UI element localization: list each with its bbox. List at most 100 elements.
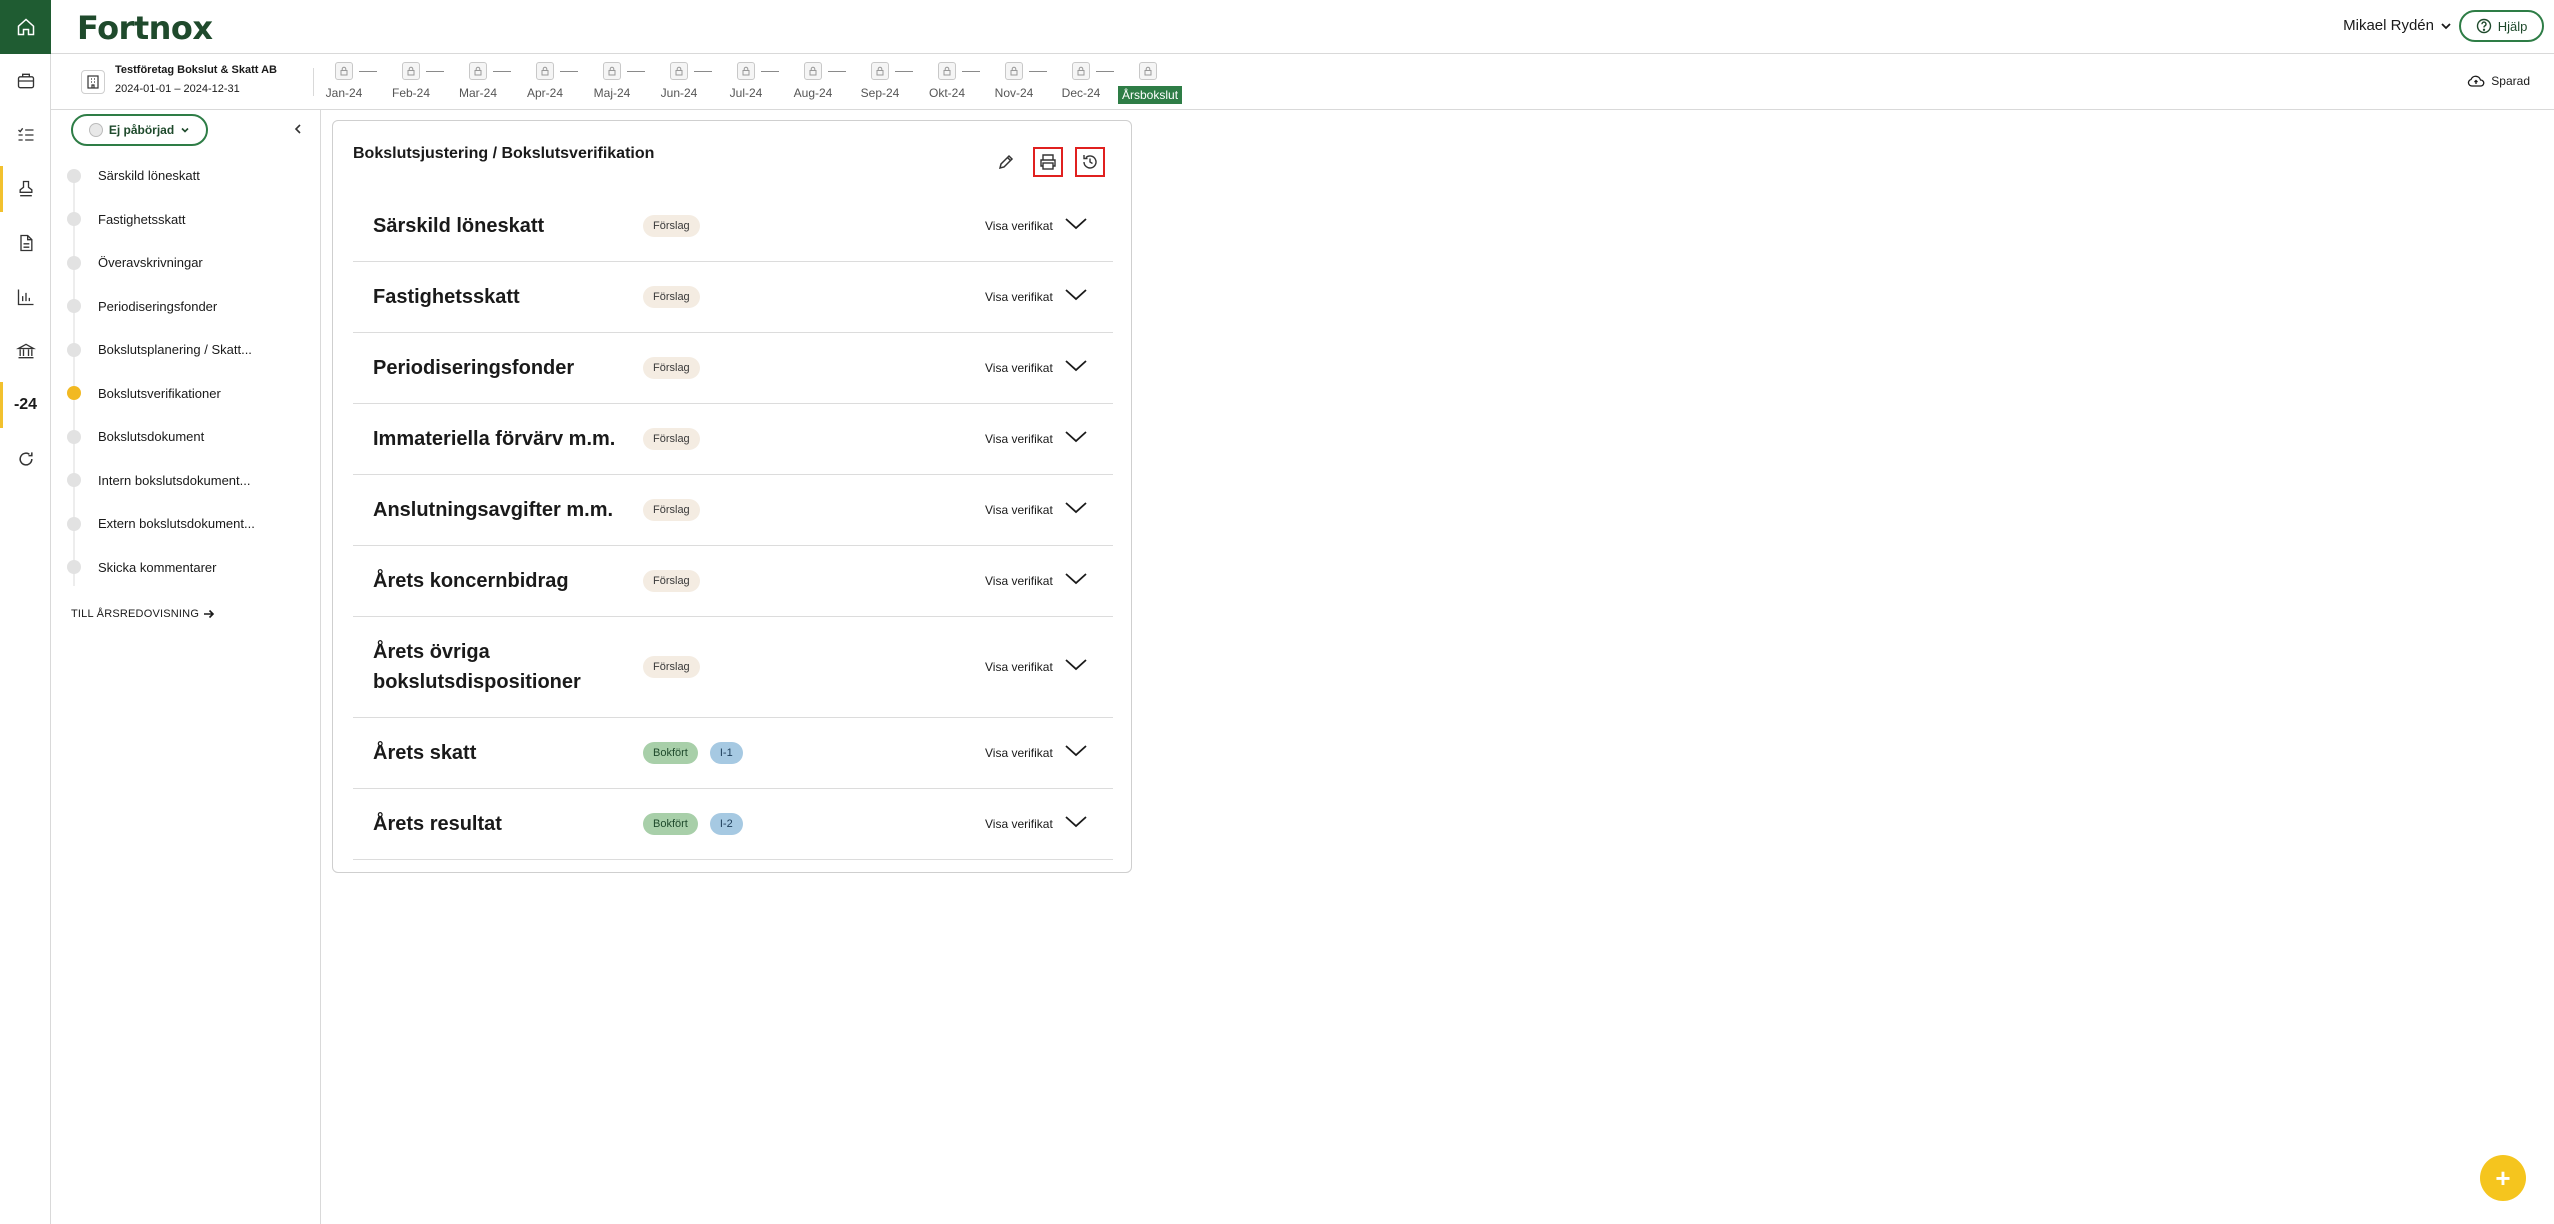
show-verification-link[interactable]: Visa verifikat xyxy=(985,574,1053,588)
row-badges: Bokfört I-1 xyxy=(643,742,743,764)
chevron-down-icon[interactable] xyxy=(1065,501,1087,519)
chevron-down-icon[interactable] xyxy=(1065,658,1087,676)
timeline-month[interactable]: Sep-24 xyxy=(850,62,910,100)
show-verification-link[interactable]: Visa verifikat xyxy=(985,361,1053,375)
help-button[interactable]: Hjälp xyxy=(2459,10,2544,42)
status-badge: Förslag xyxy=(643,286,700,308)
verification-row: Fastighetsskatt Förslag Visa verifikat xyxy=(353,262,1113,333)
nav-step-item[interactable]: Fastighetsskatt xyxy=(51,198,321,242)
history-button[interactable] xyxy=(1075,147,1105,177)
year-indicator[interactable]: -24 xyxy=(0,378,51,432)
refresh-icon[interactable] xyxy=(0,432,51,486)
lock-icon xyxy=(871,62,889,80)
chevron-down-icon[interactable] xyxy=(1065,815,1087,833)
user-menu[interactable]: Mikael Rydén xyxy=(2343,17,2452,34)
timeline-month[interactable]: Dec-24 xyxy=(1051,62,1111,100)
bank-icon[interactable] xyxy=(0,324,51,378)
timeline-month[interactable]: Jun-24 xyxy=(649,62,709,100)
collapse-sidebar-button[interactable] xyxy=(292,122,304,140)
nav-step-item[interactable]: Överavskrivningar xyxy=(51,241,321,285)
save-status-label: Sparad xyxy=(2491,74,2530,88)
briefcase-icon[interactable] xyxy=(0,54,51,108)
timeline-connector xyxy=(761,71,779,72)
row-title: Årets skatt xyxy=(373,742,477,764)
status-badge: Förslag xyxy=(643,215,700,237)
print-button[interactable] xyxy=(1033,147,1063,177)
show-verification-link[interactable]: Visa verifikat xyxy=(985,503,1053,517)
lock-icon xyxy=(1005,62,1023,80)
fortnox-logo[interactable]: Fortnox xyxy=(77,9,213,47)
nav-step-label: Extern bokslutsdokument... xyxy=(98,516,255,532)
chevron-down-icon[interactable] xyxy=(1065,359,1087,377)
lock-icon xyxy=(402,62,420,80)
chevron-down-icon[interactable] xyxy=(1065,217,1087,235)
chevron-down-icon[interactable] xyxy=(1065,288,1087,306)
timeline-month[interactable]: Jul-24 xyxy=(716,62,776,100)
verification-number-badge[interactable]: I-2 xyxy=(709,813,743,835)
timeline-month[interactable]: Årsbokslut xyxy=(1118,62,1183,104)
to-annual-report-link[interactable]: TILL ÅRSREDOVISNING xyxy=(71,608,215,620)
timeline-month[interactable]: Okt-24 xyxy=(917,62,977,100)
arrow-right-icon xyxy=(204,609,215,619)
timeline-month[interactable]: Aug-24 xyxy=(783,62,843,100)
timeline-month[interactable]: Mar-24 xyxy=(448,62,508,100)
verification-number-badge[interactable]: I-1 xyxy=(709,742,743,764)
show-verification-link[interactable]: Visa verifikat xyxy=(985,432,1053,446)
nav-step-item[interactable]: Bokslutsdokument xyxy=(51,415,321,459)
document-icon[interactable] xyxy=(0,216,51,270)
step-status-dot-icon xyxy=(67,212,81,227)
show-verification-link[interactable]: Visa verifikat xyxy=(985,219,1053,233)
nav-step-item[interactable]: Särskild löneskatt xyxy=(51,154,321,198)
row-title: Fastighetsskatt xyxy=(373,286,520,308)
nav-step-label: Fastighetsskatt xyxy=(98,211,186,227)
chevron-down-icon[interactable] xyxy=(1065,744,1087,762)
lock-icon xyxy=(804,62,822,80)
timeline-month-label: Dec-24 xyxy=(1061,86,1101,100)
company-name[interactable]: Testföretag Bokslut & Skatt AB xyxy=(115,64,277,76)
nav-step-item[interactable]: Periodiseringsfonder xyxy=(51,285,321,329)
chart-icon[interactable] xyxy=(0,270,51,324)
lock-icon xyxy=(335,62,353,80)
show-verification-link[interactable]: Visa verifikat xyxy=(985,817,1053,831)
timeline-month[interactable]: Apr-24 xyxy=(515,62,575,100)
show-verification-link[interactable]: Visa verifikat xyxy=(985,746,1053,760)
home-icon[interactable] xyxy=(0,0,51,54)
row-badges: Förslag xyxy=(643,357,700,379)
row-title: Immateriella förvärv m.m. xyxy=(373,428,616,450)
nav-step-item[interactable]: Intern bokslutsdokument... xyxy=(51,459,321,503)
nav-step-label: Överavskrivningar xyxy=(98,255,203,271)
closing-verification-card: Bokslutsjustering / Bokslutsverifikation… xyxy=(332,120,1132,873)
edit-button[interactable] xyxy=(991,147,1021,177)
verification-row: Årets koncernbidrag Förslag Visa verifikat xyxy=(353,546,1113,617)
timeline-connector xyxy=(426,71,444,72)
verification-row: Anslutningsavgifter m.m. Förslag Visa veri… xyxy=(353,475,1113,546)
chevron-down-icon xyxy=(181,127,189,133)
history-icon xyxy=(1083,155,1097,169)
nav-step-item[interactable]: Bokslutsverifikationer xyxy=(51,372,321,416)
checklist-icon[interactable] xyxy=(0,108,51,162)
status-dropdown[interactable]: Ej påbörjad xyxy=(71,114,208,146)
timeline-month[interactable]: Jan-24 xyxy=(314,62,374,100)
row-title: Periodiseringsfonder xyxy=(373,357,575,379)
row-badges: Förslag xyxy=(643,286,700,308)
timeline-month[interactable]: Nov-24 xyxy=(984,62,1044,100)
nav-step-item[interactable]: Extern bokslutsdokument... xyxy=(51,502,321,546)
nav-step-item[interactable]: Bokslutsplanering / Skatt... xyxy=(51,328,321,372)
timeline-month[interactable]: Maj-24 xyxy=(582,62,642,100)
row-badges: Förslag xyxy=(643,215,700,237)
nav-step-label: Skicka kommentarer xyxy=(98,559,217,575)
add-fab-button[interactable]: + xyxy=(2480,1155,2526,1201)
chevron-down-icon[interactable] xyxy=(1065,572,1087,590)
stamp-icon[interactable] xyxy=(0,162,51,216)
status-dot-icon xyxy=(88,123,103,137)
timeline-connector xyxy=(694,71,712,72)
chevron-down-icon[interactable] xyxy=(1065,430,1087,448)
show-verification-link[interactable]: Visa verifikat xyxy=(985,660,1053,674)
show-verification-link[interactable]: Visa verifikat xyxy=(985,290,1053,304)
row-title: Anslutningsavgifter m.m. xyxy=(373,499,614,521)
nav-step-item[interactable]: Skicka kommentarer xyxy=(51,546,321,590)
timeline-month[interactable]: Feb-24 xyxy=(381,62,441,100)
timeline-connector xyxy=(962,71,980,72)
step-status-dot-icon xyxy=(67,429,81,444)
timeline-connector xyxy=(627,71,645,72)
